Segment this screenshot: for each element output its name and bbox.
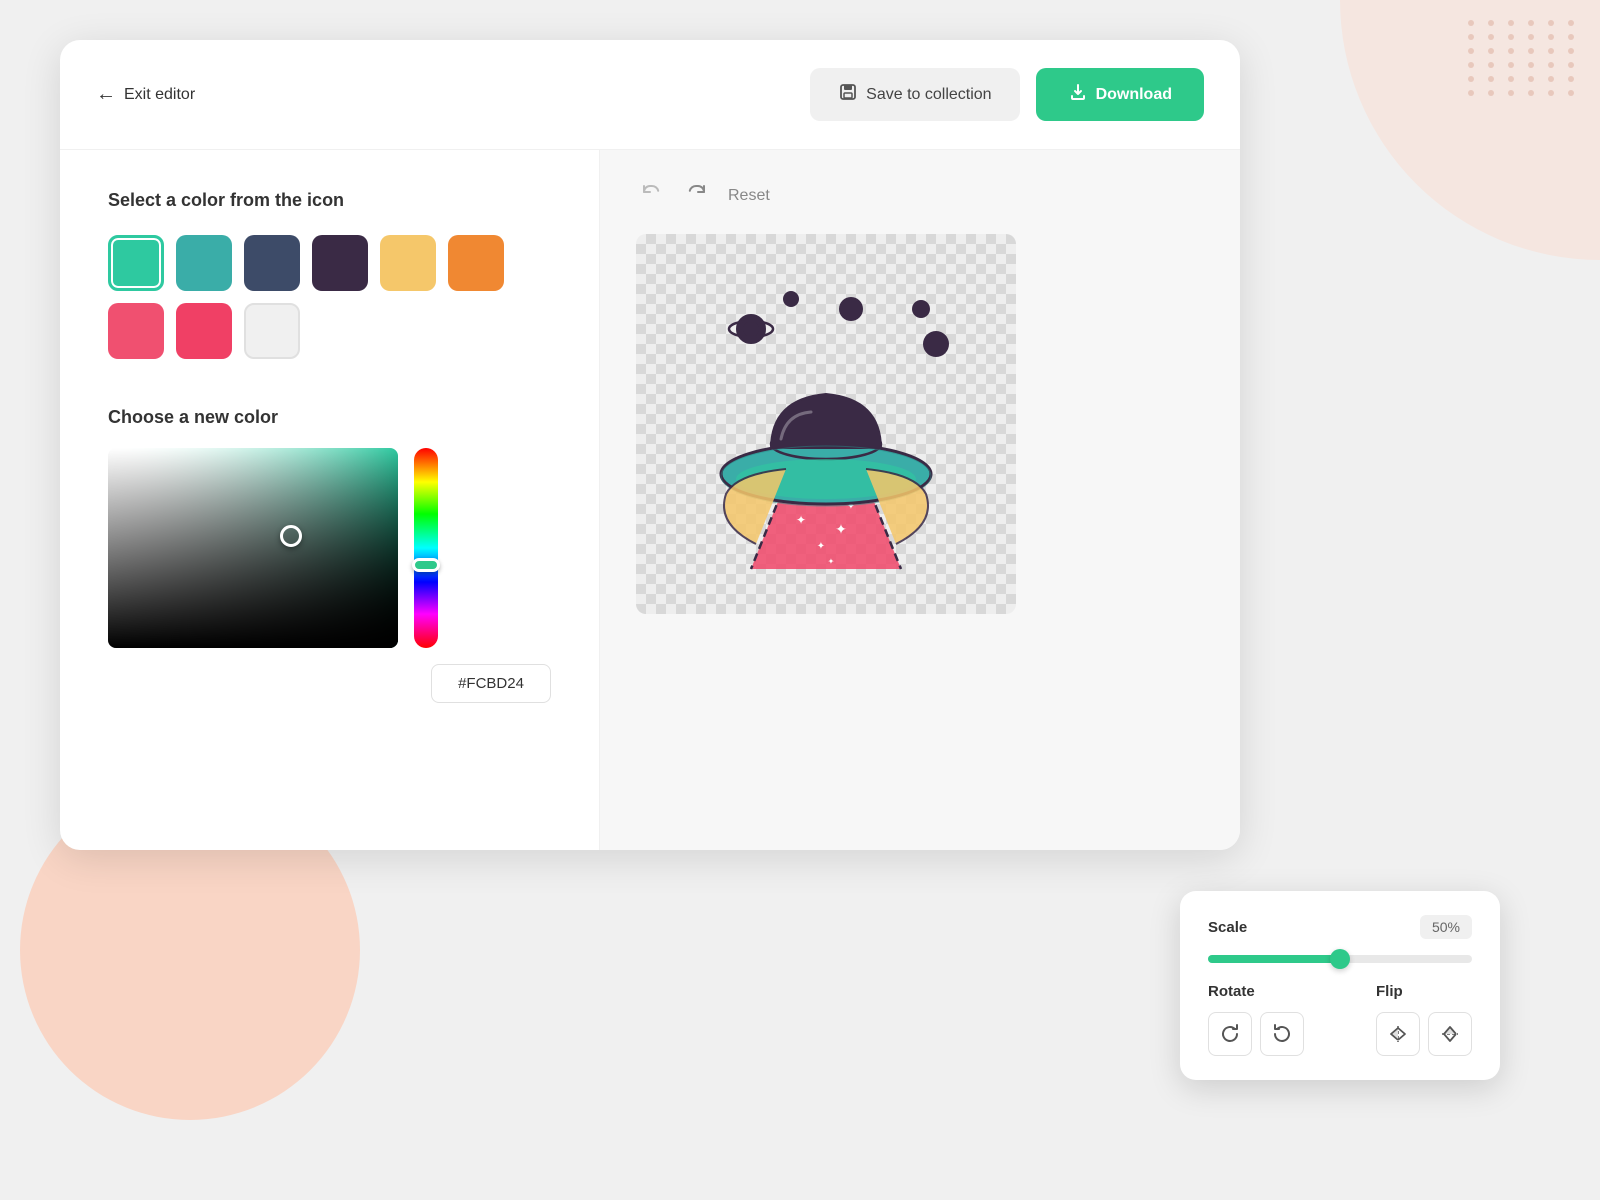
color-gradient-box[interactable] (108, 448, 398, 648)
color-picker (108, 448, 551, 648)
color-swatch-red[interactable] (176, 303, 232, 359)
header-actions: Save to collection Download (810, 68, 1204, 121)
choose-color-title: Choose a new color (108, 407, 551, 428)
exit-editor-label: Exit editor (124, 86, 195, 104)
editor-body: Select a color from the icon Choose a ne… (60, 150, 1240, 850)
scale-slider[interactable] (1208, 955, 1472, 963)
back-arrow-icon: ← (96, 83, 116, 106)
scale-row: Scale 50% (1208, 915, 1472, 939)
svg-text:✦: ✦ (835, 521, 847, 537)
canvas-toolbar: Reset (636, 178, 1204, 214)
hex-input-container (108, 664, 551, 703)
hue-slider[interactable] (414, 448, 438, 648)
color-swatch-dark-purple[interactable] (312, 235, 368, 291)
scale-slider-fill (1208, 955, 1340, 963)
redo-button[interactable] (682, 178, 712, 214)
dot-grid (1468, 20, 1580, 96)
color-swatches-grid (108, 235, 551, 359)
rotate-counter-clockwise-button[interactable] (1260, 1012, 1304, 1056)
svg-text:✦: ✦ (828, 557, 835, 566)
editor-container: ← Exit editor Save to collection (60, 40, 1240, 850)
save-collection-label: Save to collection (866, 86, 991, 104)
color-swatch-dark-blue[interactable] (244, 235, 300, 291)
flip-horizontal-button[interactable] (1376, 1012, 1420, 1056)
color-swatch-orange[interactable] (448, 235, 504, 291)
color-swatch-white[interactable] (244, 303, 300, 359)
flip-section: Flip (1376, 983, 1472, 1056)
exit-editor-button[interactable]: ← Exit editor (96, 83, 195, 106)
select-color-title: Select a color from the icon (108, 190, 551, 211)
color-swatch-teal-light[interactable] (108, 235, 164, 291)
reset-button[interactable]: Reset (728, 187, 770, 205)
undo-button[interactable] (636, 178, 666, 214)
rotate-label: Rotate (1208, 983, 1304, 1000)
color-editor-panel: Select a color from the icon Choose a ne… (60, 150, 600, 850)
rotate-section: Rotate (1208, 983, 1304, 1056)
color-swatch-teal[interactable] (176, 235, 232, 291)
svg-text:✦: ✦ (817, 541, 825, 552)
editor-header: ← Exit editor Save to collection (60, 40, 1240, 150)
rotate-buttons (1208, 1012, 1304, 1056)
gradient-overlay (108, 448, 398, 648)
ufo-illustration: ✦ ✦ ✦ ✦ ✦ ✦ (656, 254, 996, 594)
save-to-collection-button[interactable]: Save to collection (810, 68, 1019, 121)
color-swatch-yellow[interactable] (380, 235, 436, 291)
scale-slider-thumb[interactable] (1330, 949, 1350, 969)
svg-text:✦: ✦ (796, 513, 806, 527)
hex-color-input[interactable] (431, 664, 551, 703)
download-label: Download (1096, 86, 1172, 104)
flip-label: Flip (1376, 983, 1472, 1000)
download-button[interactable]: Download (1036, 68, 1204, 121)
scale-label: Scale (1208, 919, 1247, 936)
hue-slider-handle[interactable] (412, 558, 440, 572)
flip-buttons (1376, 1012, 1472, 1056)
color-picker-handle[interactable] (280, 525, 302, 547)
icon-canvas[interactable]: ✦ ✦ ✦ ✦ ✦ ✦ (636, 234, 1016, 614)
flip-vertical-button[interactable] (1428, 1012, 1472, 1056)
rotate-clockwise-button[interactable] (1208, 1012, 1252, 1056)
color-swatch-pink[interactable] (108, 303, 164, 359)
rotate-flip-section: Rotate Flip (1208, 983, 1472, 1056)
download-icon (1068, 82, 1088, 107)
save-icon (838, 82, 858, 107)
canvas-panel: Reset (600, 150, 1240, 850)
properties-panel: Scale 50% Rotate (1180, 891, 1500, 1080)
scale-value: 50% (1420, 915, 1472, 939)
